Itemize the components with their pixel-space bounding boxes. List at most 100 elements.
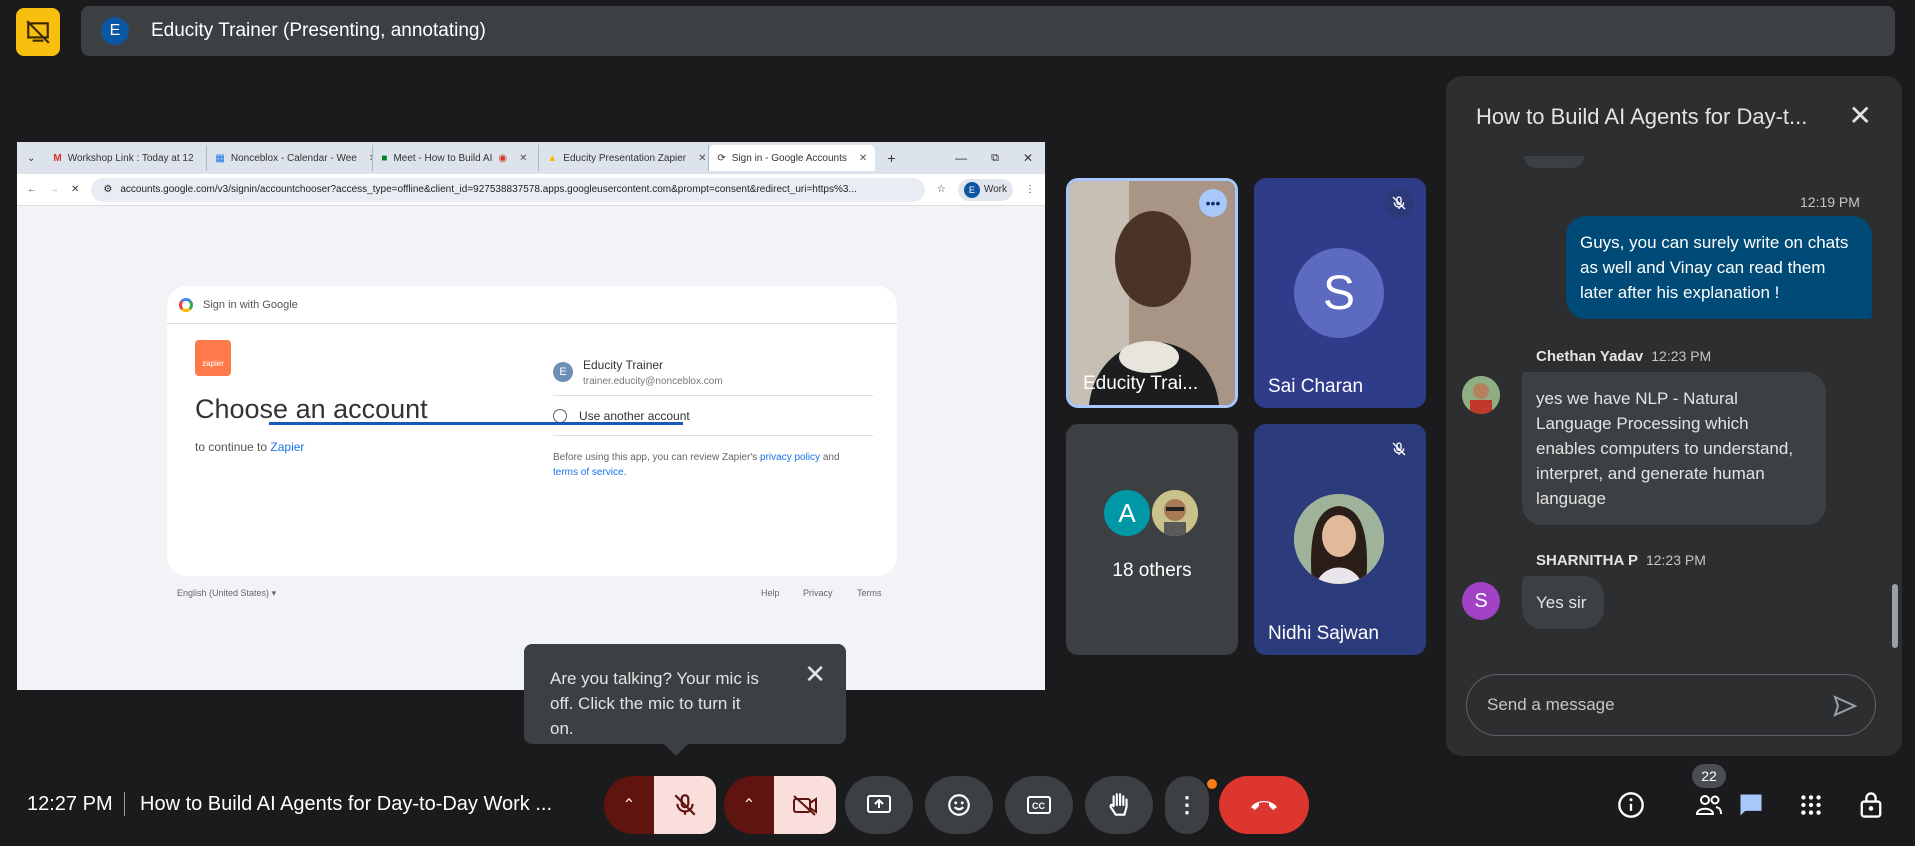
message-input[interactable]: Send a message: [1466, 674, 1876, 736]
chat-icon: [1740, 794, 1762, 816]
browser-tab[interactable]: ■ Meet - How to Build AI ◉ ✕: [373, 145, 540, 171]
more-options-icon[interactable]: •••: [1199, 189, 1227, 217]
send-icon[interactable]: [1833, 695, 1857, 717]
presenter-avatar: E: [101, 17, 129, 45]
signin-card: Sign in with Google zapier Choose an acc…: [167, 286, 897, 576]
more-vert-icon: ⋮: [1176, 792, 1198, 817]
captions-button[interactable]: CC: [1005, 776, 1073, 834]
site-info-icon[interactable]: ⚙: [103, 184, 112, 195]
info-icon: [1618, 792, 1644, 818]
language-select[interactable]: English (United States) ▾: [177, 588, 276, 599]
sender-name: Chethan Yadav: [1536, 348, 1644, 365]
profile-chip[interactable]: E Work: [957, 178, 1013, 201]
present-icon: [867, 795, 891, 813]
close-icon[interactable]: ✕: [519, 153, 527, 164]
audio-options-button[interactable]: ⌃: [604, 776, 654, 834]
stop-icon[interactable]: ✕: [71, 184, 79, 195]
menu-icon[interactable]: ⋮: [1025, 184, 1045, 195]
chevron-up-icon: ⌃: [742, 797, 756, 814]
footer-help[interactable]: Help: [761, 588, 780, 598]
others-tile[interactable]: A 18 others: [1066, 424, 1238, 655]
meeting-details-button[interactable]: [1614, 788, 1648, 822]
avatar: [1294, 494, 1384, 584]
avatar: [1150, 488, 1200, 538]
dropdown-icon: ▾: [271, 588, 277, 598]
address-bar-row: ← → ✕ ⚙ accounts.google.com/v3/signin/acc…: [17, 174, 1045, 206]
person-icon: [553, 408, 567, 423]
bookmark-star-icon[interactable]: ☆: [937, 184, 946, 195]
tab-label: Sign in - Google Accounts: [731, 152, 847, 164]
raise-hand-button[interactable]: [1085, 776, 1153, 834]
footer-terms[interactable]: Terms: [857, 588, 882, 598]
use-another-account[interactable]: Use another account: [553, 396, 873, 436]
message-placeholder: Send a message: [1487, 695, 1615, 714]
page-title: Choose an account: [195, 394, 428, 424]
back-icon[interactable]: ←: [27, 184, 37, 195]
close-icon[interactable]: ✕: [804, 661, 826, 687]
close-icon[interactable]: ✕: [698, 153, 706, 164]
participant-tile-educity[interactable]: ••• Educity Trai...: [1066, 178, 1238, 408]
chat-title: How to Build AI Agents for Day-t...: [1476, 104, 1808, 129]
mic-off-tooltip: Are you talking? Your mic is off. Click …: [524, 644, 846, 756]
continue-app-link[interactable]: Zapier: [270, 440, 304, 454]
account-email: trainer.educity@nonceblox.com: [583, 376, 723, 387]
privacy-link[interactable]: privacy policy: [760, 452, 820, 463]
participant-tile-sai[interactable]: S Sai Charan: [1254, 178, 1426, 408]
mic-toggle-button[interactable]: [654, 776, 716, 834]
fine-print-period: .: [623, 467, 627, 478]
more-options-button[interactable]: ⋮: [1165, 776, 1209, 834]
window-close-icon[interactable]: ✕: [1011, 151, 1045, 165]
chat-panel: How to Build AI Agents for Day-t... ✕ 12…: [1446, 76, 1902, 756]
meet-icon: ■: [381, 152, 388, 164]
camera-toggle-button[interactable]: [774, 776, 836, 834]
scrollbar[interactable]: [1892, 584, 1898, 648]
fine-print: Before using this app, you can review Za…: [553, 450, 883, 480]
lock-person-icon: [1860, 792, 1882, 818]
svg-text:CC: CC: [1032, 801, 1045, 811]
drive-icon: ▲: [547, 152, 558, 164]
restore-icon[interactable]: ⧉: [979, 152, 1011, 165]
close-icon[interactable]: ✕: [1849, 102, 1872, 130]
present-off-icon: [26, 20, 50, 44]
presenter-bar: E Educity Trainer (Presenting, annotatin…: [81, 6, 1895, 56]
continue-prefix: to continue to: [195, 440, 271, 454]
url-field[interactable]: ⚙ accounts.google.com/v3/signin/accountch…: [91, 177, 925, 202]
forward-icon[interactable]: →: [49, 184, 59, 195]
chevron-up-icon: ⌃: [622, 797, 636, 814]
footer-privacy[interactable]: Privacy: [803, 588, 833, 598]
tab-search-icon[interactable]: ⌄: [17, 153, 45, 164]
gmail-icon: M: [53, 152, 62, 164]
reactions-button[interactable]: [925, 776, 993, 834]
browser-tab[interactable]: ▦Nonceblox - Calendar - Wee✕: [207, 145, 374, 171]
zapier-logo: zapier: [195, 340, 231, 376]
chat-button[interactable]: [1734, 788, 1768, 822]
stop-presenting-button[interactable]: [16, 8, 60, 56]
video-options-button[interactable]: ⌃: [724, 776, 774, 834]
profile-label: Work: [983, 184, 1007, 195]
new-tab-icon[interactable]: +: [875, 150, 907, 166]
tab-label: Nonceblox - Calendar - Wee: [230, 152, 357, 164]
notification-dot: [1205, 777, 1219, 791]
tab-label: Meet - How to Build AI: [393, 152, 493, 164]
host-controls-button[interactable]: [1854, 788, 1888, 822]
activities-button[interactable]: [1794, 788, 1828, 822]
message-bubble: Yes sir: [1522, 576, 1604, 629]
message-time: 12:19 PM: [1800, 194, 1860, 210]
mic-off-icon: [1384, 188, 1414, 218]
participant-name: Educity Trai...: [1083, 373, 1199, 394]
terms-link[interactable]: terms of service: [553, 467, 624, 478]
participant-tile-nidhi[interactable]: Nidhi Sajwan: [1254, 424, 1426, 655]
continue-text: to continue to Zapier: [195, 440, 304, 454]
browser-tab[interactable]: MWorkshop Link : Today at 12✕: [45, 145, 208, 171]
captions-icon: CC: [1027, 796, 1051, 814]
minimize-icon[interactable]: —: [943, 151, 979, 165]
browser-tab[interactable]: ▲ Educity Presentation Zapier ✕: [539, 145, 710, 171]
close-icon[interactable]: ✕: [859, 153, 867, 164]
present-button[interactable]: [845, 776, 913, 834]
meeting-title: How to Build AI Agents for Day-to-Day Wo…: [140, 793, 553, 815]
leave-call-button[interactable]: [1219, 776, 1309, 834]
people-button[interactable]: [1692, 788, 1726, 822]
browser-tab-active[interactable]: ⟳ Sign in - Google Accounts ✕: [709, 145, 876, 171]
tab-label: Educity Presentation Zapier: [563, 152, 687, 164]
account-option[interactable]: E Educity Trainer trainer.educity@nonceb…: [553, 352, 873, 396]
